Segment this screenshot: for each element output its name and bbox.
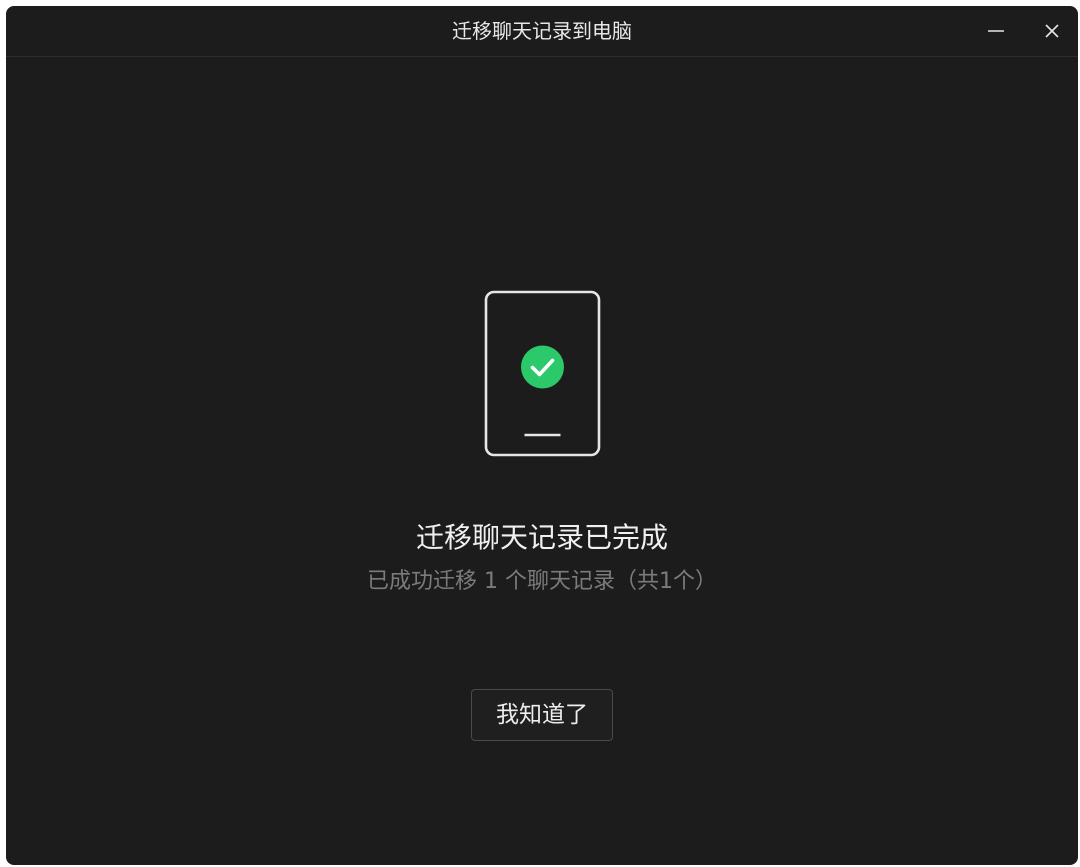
confirm-button[interactable]: 我知道了 — [471, 689, 613, 741]
status-heading: 迁移聊天记录已完成 — [415, 521, 668, 554]
migration-dialog-window: 迁移聊天记录到电脑 迁移聊天记录已完成 已成功迁移 1 个聊天记录（共1个） 我… — [6, 6, 1078, 865]
status-subtitle: 已成功迁移 1 个聊天记录（共1个） — [367, 569, 717, 594]
title-bar: 迁移聊天记录到电脑 — [6, 6, 1078, 57]
close-button[interactable] — [1024, 6, 1078, 56]
success-check-icon — [521, 345, 564, 389]
minimize-icon — [988, 30, 1004, 32]
phone-with-check-icon — [484, 290, 601, 457]
minimize-button[interactable] — [968, 6, 1024, 56]
close-icon — [1045, 24, 1059, 38]
window-title: 迁移聊天记录到电脑 — [452, 19, 632, 43]
